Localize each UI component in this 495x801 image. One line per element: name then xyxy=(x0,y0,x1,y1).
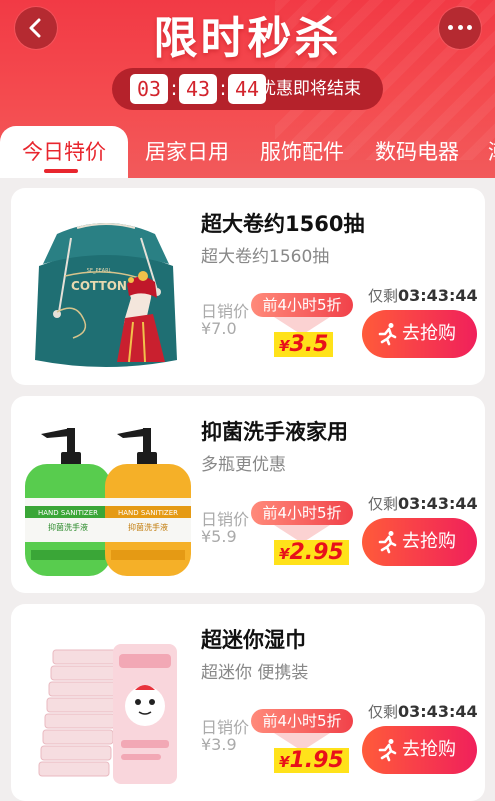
flash-sale-header: 限时秒杀 03 : 43 : 44 优惠即将结束 今日特价 居家日用 服饰配件 … xyxy=(0,0,495,178)
remaining-countdown: 03:43:44 xyxy=(398,494,478,513)
buy-now-button[interactable]: 去抢购 xyxy=(362,726,477,774)
timer-minutes: 43 xyxy=(179,74,217,104)
promo-tag: 前4小时5折 xyxy=(251,709,353,733)
tissue-brand-text: COTTON xyxy=(71,279,127,293)
buy-button-label: 去抢购 xyxy=(402,531,456,552)
tab-today-deals[interactable]: 今日特价 xyxy=(0,126,128,178)
daily-price: ¥5.9 xyxy=(201,527,237,546)
product-subtitle: 多瓶更优惠 xyxy=(201,455,286,475)
buy-button-label: 去抢购 xyxy=(402,739,456,760)
tab-home-daily[interactable]: 居家日用 xyxy=(145,126,229,178)
remaining-time: 仅剩03:43:44 xyxy=(368,285,478,306)
running-person-icon xyxy=(378,739,397,762)
product-image-hand-sanitizer: HAND SANITIZER 抑菌洗手液 HAND SANITIZER 抑菌洗手… xyxy=(17,402,195,587)
remaining-countdown: 03:43:44 xyxy=(398,286,478,305)
buy-button-label: 去抢购 xyxy=(402,323,456,344)
svg-text:HAND SANITIZER: HAND SANITIZER xyxy=(38,509,98,517)
category-tabs: 今日特价 居家日用 服饰配件 数码电器 潮 xyxy=(0,126,495,178)
svg-text:抑菌洗手液: 抑菌洗手液 xyxy=(48,522,88,532)
promo-tag: 前4小时5折 xyxy=(251,501,353,525)
flash-price: ¥2.95 xyxy=(274,540,349,565)
price-currency: ¥ xyxy=(279,545,290,563)
buy-now-button[interactable]: 去抢购 xyxy=(362,518,477,566)
flash-price: ¥1.95 xyxy=(274,748,349,773)
price-currency: ¥ xyxy=(279,753,290,771)
price-value: 3.5 xyxy=(289,332,329,357)
product-card[interactable]: COTTON SE_PEARL 超大卷约1560抽 超大卷约1560抽 日销价 … xyxy=(11,188,485,385)
product-image-tissue: COTTON SE_PEARL xyxy=(17,194,195,379)
product-subtitle: 超迷你 便携装 xyxy=(201,663,309,683)
product-image-wet-wipes xyxy=(17,610,195,795)
tab-electronics[interactable]: 数码电器 xyxy=(375,126,459,178)
flash-price: ¥3.5 xyxy=(274,332,334,357)
timer-label: 优惠即将结束 xyxy=(259,79,361,99)
product-name: 超迷你湿巾 xyxy=(201,628,306,652)
product-name: 抑菌洗手液家用 xyxy=(201,420,348,444)
running-person-icon xyxy=(378,323,397,346)
svg-text:SE_PEARL: SE_PEARL xyxy=(87,268,112,274)
product-name: 超大卷约1560抽 xyxy=(201,212,365,236)
svg-text:HAND SANITIZER: HAND SANITIZER xyxy=(118,509,178,517)
more-button[interactable] xyxy=(439,7,481,49)
svg-text:抑菌洗手液: 抑菌洗手液 xyxy=(128,522,168,532)
remaining-label: 仅剩 xyxy=(368,495,399,513)
page-title: 限时秒杀 xyxy=(153,13,342,64)
timer-colon: : xyxy=(219,76,227,100)
running-person-icon xyxy=(378,531,397,554)
timer-colon: : xyxy=(170,76,178,100)
more-dots-icon xyxy=(448,25,472,31)
product-subtitle: 超大卷约1560抽 xyxy=(201,247,330,267)
buy-now-button[interactable]: 去抢购 xyxy=(362,310,477,358)
remaining-label: 仅剩 xyxy=(368,703,399,721)
promo-tag: 前4小时5折 xyxy=(251,293,353,317)
daily-price: ¥3.9 xyxy=(201,735,237,754)
daily-price: ¥7.0 xyxy=(201,319,237,338)
product-card[interactable]: 超迷你湿巾 超迷你 便携装 日销价 ¥3.9 前4小时5折 ¥1.95 仅剩03… xyxy=(11,604,485,801)
remaining-label: 仅剩 xyxy=(368,287,399,305)
price-value: 2.95 xyxy=(289,540,344,565)
timer-hours: 03 xyxy=(130,74,168,104)
remaining-countdown: 03:43:44 xyxy=(398,702,478,721)
countdown-timer: 03 : 43 : 44 优惠即将结束 xyxy=(112,68,383,110)
price-value: 1.95 xyxy=(289,748,344,773)
tab-trend[interactable]: 潮 xyxy=(488,126,495,178)
remaining-time: 仅剩03:43:44 xyxy=(368,493,478,514)
product-card[interactable]: HAND SANITIZER 抑菌洗手液 HAND SANITIZER 抑菌洗手… xyxy=(11,396,485,593)
tab-apparel[interactable]: 服饰配件 xyxy=(260,126,344,178)
remaining-time: 仅剩03:43:44 xyxy=(368,701,478,722)
price-currency: ¥ xyxy=(279,337,290,355)
